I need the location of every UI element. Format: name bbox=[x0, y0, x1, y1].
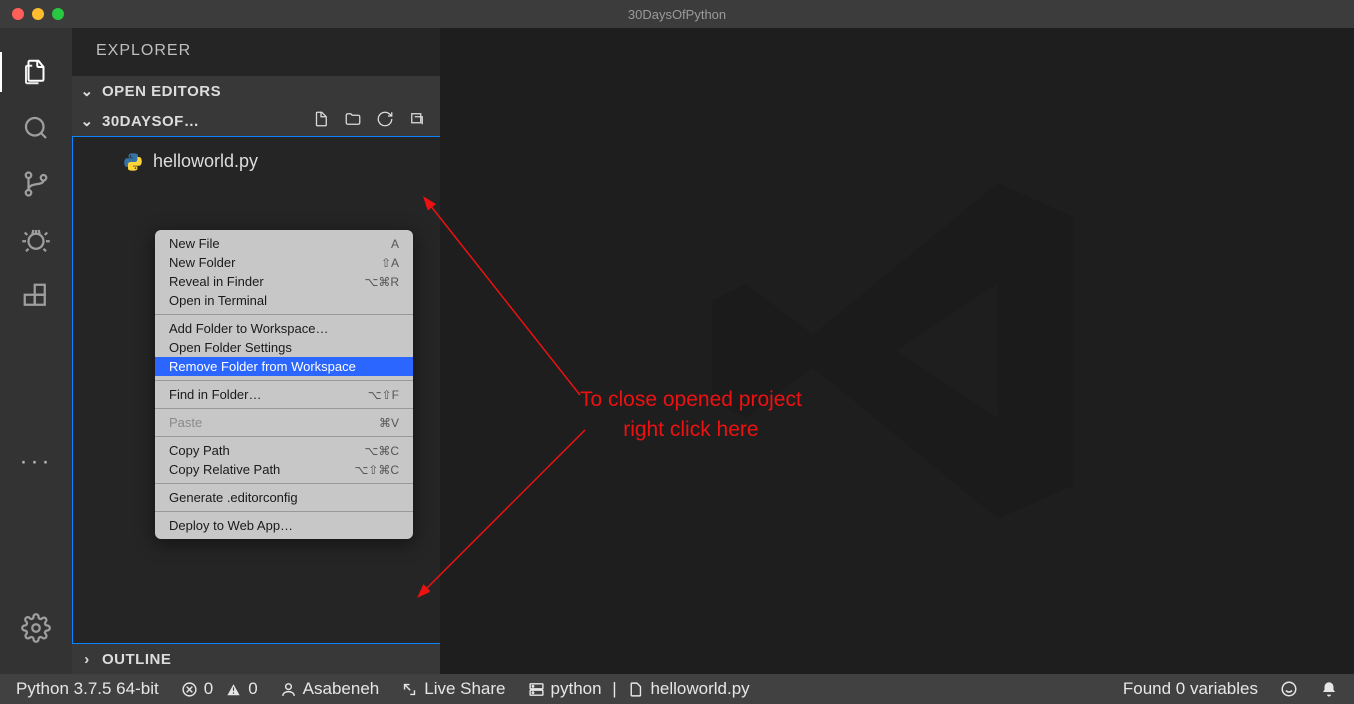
server-icon bbox=[528, 681, 545, 698]
new-folder-icon[interactable] bbox=[344, 110, 362, 132]
context-menu-item[interactable]: Reveal in Finder ⌥⌘R bbox=[155, 272, 413, 291]
status-python-version[interactable]: Python 3.7.5 64-bit bbox=[16, 679, 159, 699]
files-icon bbox=[21, 57, 51, 87]
person-icon bbox=[280, 681, 297, 698]
open-editors-header[interactable]: ⌄ OPEN EDITORS bbox=[72, 76, 440, 106]
context-menu-item-label: Add Folder to Workspace… bbox=[169, 321, 328, 336]
warning-icon bbox=[225, 681, 242, 698]
annotation-text: To close opened project right click here bbox=[580, 385, 802, 446]
window-title: 30DaysOfPython bbox=[0, 7, 1354, 22]
activity-explorer[interactable] bbox=[12, 44, 60, 100]
context-menu-item[interactable]: New Folder ⇧A bbox=[155, 253, 413, 272]
project-name: 30DAYSOF… bbox=[102, 113, 199, 130]
outline-label: OUTLINE bbox=[102, 651, 171, 668]
chevron-down-icon: ⌄ bbox=[80, 82, 94, 100]
status-variables[interactable]: Found 0 variables bbox=[1123, 679, 1258, 699]
context-menu-item-shortcut: ⌥⌘C bbox=[365, 444, 400, 458]
status-problems[interactable]: 0 0 bbox=[181, 679, 258, 699]
context-menu-item[interactable]: Remove Folder from Workspace bbox=[155, 357, 413, 376]
context-menu-item-shortcut: ⌥⇧⌘C bbox=[354, 463, 399, 477]
context-menu-item-label: Open Folder Settings bbox=[169, 340, 292, 355]
context-menu-item[interactable]: Open in Terminal bbox=[155, 291, 413, 310]
context-menu-item-label: Reveal in Finder bbox=[169, 274, 264, 289]
context-menu-item-label: Paste bbox=[169, 415, 202, 430]
outline-header[interactable]: › OUTLINE bbox=[72, 644, 440, 674]
annotation-arrow bbox=[420, 195, 590, 415]
context-menu-item-shortcut: ⇧A bbox=[381, 256, 399, 270]
smiley-icon bbox=[1280, 680, 1298, 698]
search-icon bbox=[21, 113, 51, 143]
error-icon bbox=[181, 681, 198, 698]
collapse-all-icon[interactable] bbox=[408, 110, 426, 132]
activity-debug[interactable] bbox=[12, 212, 60, 268]
liveshare-icon bbox=[401, 681, 418, 698]
status-liveshare-user[interactable]: Asabeneh bbox=[280, 679, 380, 699]
window-maximize-button[interactable] bbox=[52, 8, 64, 20]
context-menu-item-shortcut: ⌘V bbox=[379, 416, 399, 430]
activity-settings[interactable] bbox=[12, 600, 60, 656]
status-liveshare[interactable]: Live Share bbox=[401, 679, 505, 699]
annotation-arrow bbox=[415, 425, 595, 600]
extensions-icon bbox=[21, 281, 51, 311]
python-icon bbox=[123, 152, 143, 172]
context-menu-item[interactable]: Add Folder to Workspace… bbox=[155, 319, 413, 338]
context-menu-item-label: New Folder bbox=[169, 255, 235, 270]
titlebar: 30DaysOfPython bbox=[0, 0, 1354, 28]
context-menu-item-label: Find in Folder… bbox=[169, 387, 261, 402]
context-menu-item-label: Copy Path bbox=[169, 443, 230, 458]
bug-icon bbox=[21, 225, 51, 255]
status-bar: Python 3.7.5 64-bit 0 0 Asabeneh Live Sh… bbox=[0, 674, 1354, 704]
context-menu-item-label: Remove Folder from Workspace bbox=[169, 359, 356, 374]
branch-icon bbox=[21, 169, 51, 199]
activity-more[interactable]: ··· bbox=[20, 438, 53, 486]
file-item[interactable]: helloworld.py bbox=[73, 147, 440, 176]
context-menu-item[interactable]: New File A bbox=[155, 234, 413, 253]
file-icon bbox=[627, 681, 644, 698]
chevron-down-icon: ⌄ bbox=[80, 112, 94, 130]
context-menu-item[interactable]: Copy Relative Path ⌥⇧⌘C bbox=[155, 460, 413, 479]
project-header[interactable]: ⌄ 30DAYSOF… bbox=[72, 106, 440, 136]
context-menu-item[interactable]: Deploy to Web App… bbox=[155, 516, 413, 535]
context-menu-item-label: Open in Terminal bbox=[169, 293, 267, 308]
activity-search[interactable] bbox=[12, 100, 60, 156]
bell-icon bbox=[1320, 680, 1338, 698]
context-menu-item-label: Copy Relative Path bbox=[169, 462, 280, 477]
window-close-button[interactable] bbox=[12, 8, 24, 20]
open-editors-label: OPEN EDITORS bbox=[102, 83, 221, 100]
status-feedback[interactable] bbox=[1280, 680, 1298, 698]
status-notifications[interactable] bbox=[1320, 680, 1338, 698]
context-menu: New File A New Folder ⇧A Reveal in Finder ⌥⌘R… bbox=[155, 230, 413, 539]
new-file-icon[interactable] bbox=[312, 110, 330, 132]
file-name: helloworld.py bbox=[153, 151, 258, 172]
refresh-icon[interactable] bbox=[376, 110, 394, 132]
context-menu-item-label: Deploy to Web App… bbox=[169, 518, 293, 533]
context-menu-item-label: New File bbox=[169, 236, 220, 251]
context-menu-item[interactable]: Copy Path ⌥⌘C bbox=[155, 441, 413, 460]
activity-bar: ··· bbox=[0, 28, 72, 674]
context-menu-item-shortcut: ⌥⇧F bbox=[368, 388, 399, 402]
chevron-right-icon: › bbox=[80, 651, 94, 668]
context-menu-item[interactable]: Open Folder Settings bbox=[155, 338, 413, 357]
status-kernel[interactable]: python | helloworld.py bbox=[528, 679, 750, 699]
context-menu-item[interactable]: Generate .editorconfig bbox=[155, 488, 413, 507]
activity-extensions[interactable] bbox=[12, 268, 60, 324]
explorer-title: EXPLORER bbox=[72, 28, 440, 76]
context-menu-item[interactable]: Find in Folder… ⌥⇧F bbox=[155, 385, 413, 404]
vscode-logo-watermark bbox=[687, 141, 1107, 561]
activity-source-control[interactable] bbox=[12, 156, 60, 212]
context-menu-item-shortcut: ⌥⌘R bbox=[365, 275, 400, 289]
context-menu-item-shortcut: A bbox=[391, 237, 399, 251]
context-menu-item-label: Generate .editorconfig bbox=[169, 490, 298, 505]
window-minimize-button[interactable] bbox=[32, 8, 44, 20]
context-menu-item[interactable]: Paste ⌘V bbox=[155, 413, 413, 432]
gear-icon bbox=[21, 613, 51, 643]
